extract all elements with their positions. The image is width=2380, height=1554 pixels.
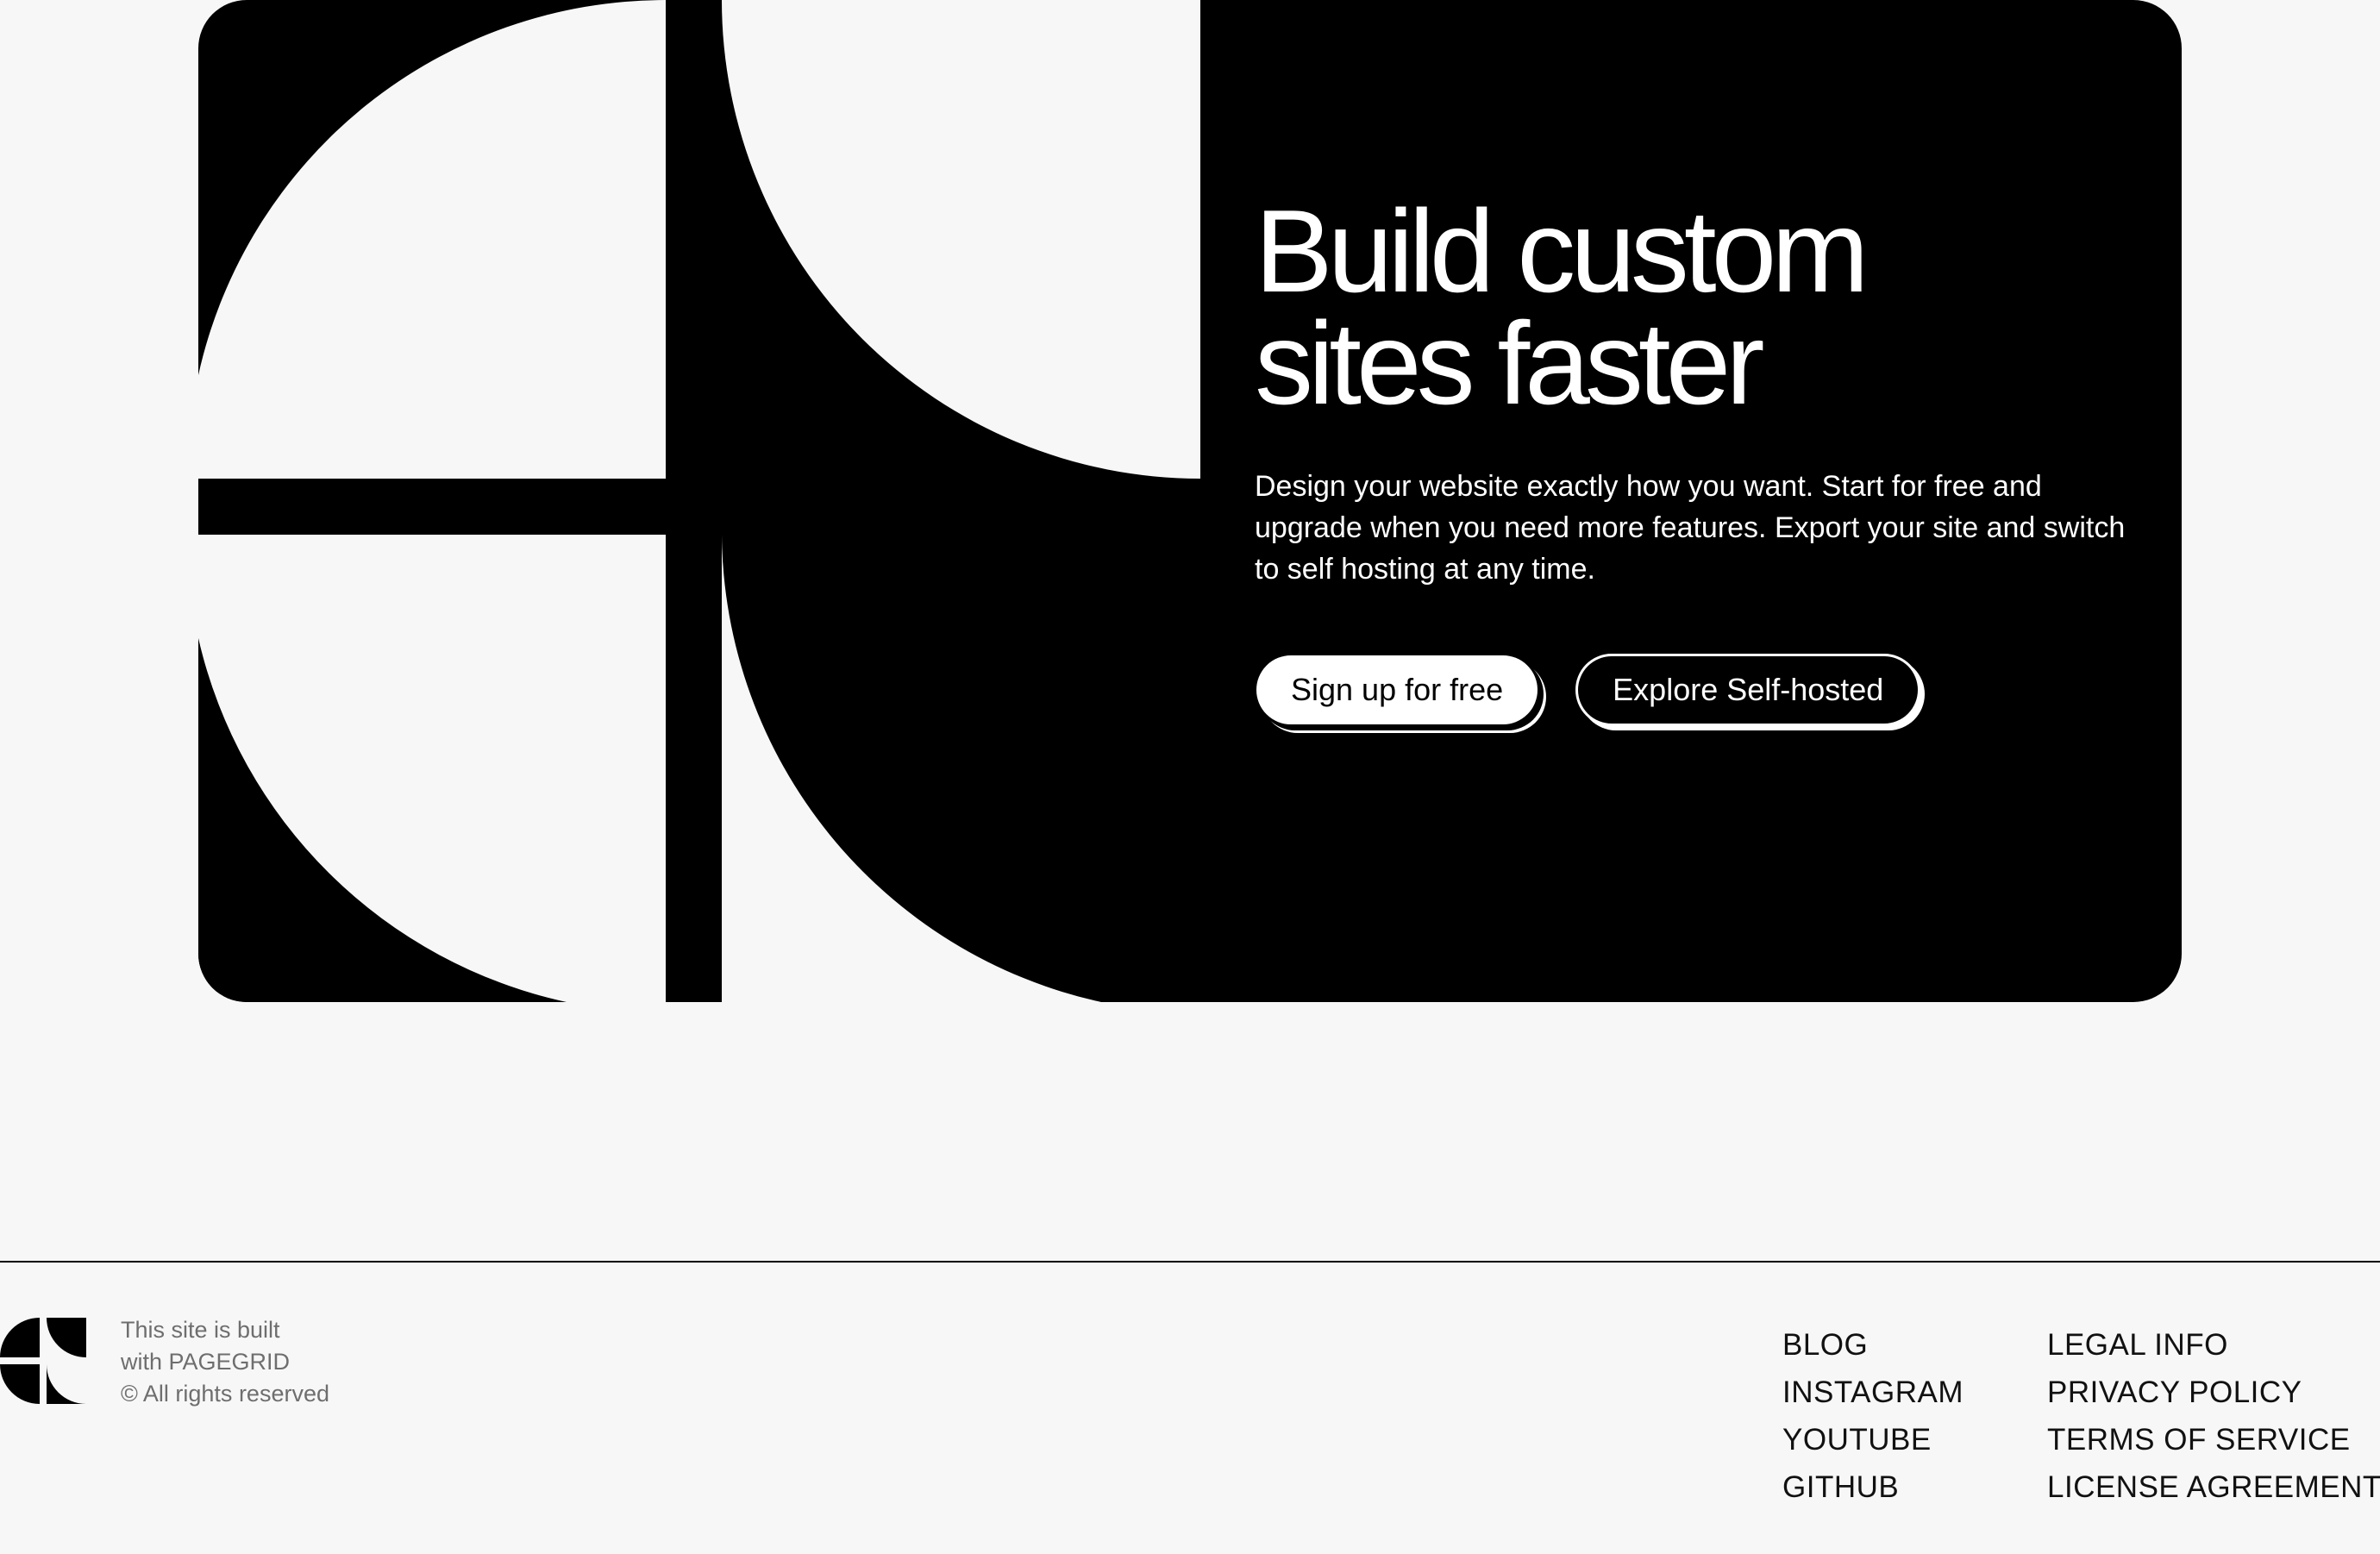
footer-credit-line-1: This site is built — [121, 1317, 280, 1343]
hero-buttons: Sign up for free Explore Self-hosted — [1255, 654, 2151, 726]
footer-link-blog[interactable]: BLOG — [1782, 1321, 1964, 1369]
footer-credit-line-2: with PAGEGRID — [121, 1349, 291, 1375]
footer-link-github[interactable]: GITHUB — [1782, 1463, 1964, 1511]
footer-links-legal: LEGAL INFO PRIVACY POLICY TERMS OF SERVI… — [2047, 1321, 2380, 1511]
footer-link-terms-of-service[interactable]: TERMS OF SERVICE — [2047, 1416, 2380, 1463]
footer-credit-line-3: © All rights reserved — [121, 1381, 329, 1407]
footer-links-social: BLOG INSTAGRAM YOUTUBE GITHUB — [1782, 1321, 1964, 1511]
hero-title: Build custom sites faster — [1255, 192, 2151, 422]
hero-graphic-icon — [198, 0, 1200, 1002]
footer-credit: This site is built with PAGEGRID © All r… — [121, 1314, 329, 1410]
hero-title-line-2: sites faster — [1255, 298, 1765, 429]
footer-link-license-agreement[interactable]: LICENSE AGREEMENT — [2047, 1463, 2380, 1511]
sign-up-button[interactable]: Sign up for free — [1255, 654, 1540, 726]
hero-content: Build custom sites faster Design your we… — [1255, 192, 2151, 726]
hero-card-corners — [198, 0, 2182, 48]
hero-description: Design your website exactly how you want… — [1255, 470, 2126, 586]
explore-self-hosted-button[interactable]: Explore Self-hosted — [1575, 654, 1921, 726]
footer-link-instagram[interactable]: INSTAGRAM — [1782, 1369, 1964, 1416]
footer-link-privacy-policy[interactable]: PRIVACY POLICY — [2047, 1369, 2380, 1416]
footer: This site is built with PAGEGRID © All r… — [0, 1263, 2380, 1554]
footer-link-youtube[interactable]: YOUTUBE — [1782, 1416, 1964, 1463]
hero-card: Build custom sites faster Design your we… — [198, 0, 2182, 1002]
footer-link-legal-info[interactable]: LEGAL INFO — [2047, 1321, 2380, 1369]
pagegrid-logo-icon[interactable] — [0, 1318, 86, 1404]
